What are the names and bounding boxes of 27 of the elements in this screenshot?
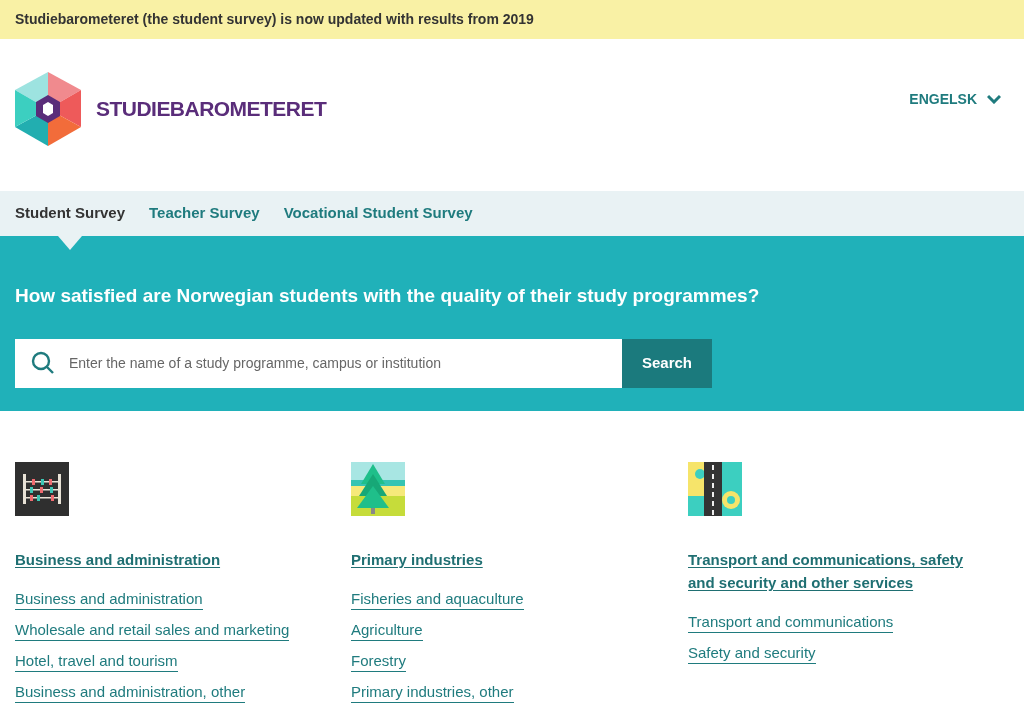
subcategory-link[interactable]: Business and administration <box>15 589 203 610</box>
abacus-icon <box>15 462 69 516</box>
fir-tree-icon <box>351 462 405 516</box>
hero-title: How satisfied are Norwegian students with the quality of their study programmes? <box>15 284 761 309</box>
language-selector[interactable]: ENGELSK <box>909 88 1001 110</box>
logo-link[interactable]: STUDIEBAROMETERET <box>15 71 327 146</box>
notice-text: Studiebarometeret (the student survey) is now updated with results from 2019 <box>15 9 534 29</box>
subcategory-link[interactable]: Agriculture <box>351 620 423 641</box>
subcategory-link[interactable]: Transport and communications <box>688 612 894 633</box>
subcategory-link[interactable]: Fisheries and aquaculture <box>351 589 524 610</box>
search-field[interactable]: Enter the name of a study programme, campus or institution <box>15 338 622 388</box>
subcategory-link[interactable]: Business and administration, other <box>15 682 246 703</box>
logo-text: STUDIEBAROMETERET <box>96 95 327 122</box>
subcategory-link[interactable]: Wholesale and retail sales and marketing <box>15 620 290 641</box>
nav-tab[interactable]: Teacher Survey <box>149 190 260 237</box>
subcategory-link[interactable]: Hotel, travel and tourism <box>15 651 178 672</box>
subcategory-link[interactable]: Primary industries, other <box>351 682 514 703</box>
category-heading-link[interactable]: Business and administration <box>15 548 221 571</box>
road-icon <box>688 462 742 516</box>
category-heading-link[interactable]: Transport and communications, safety and security and other services <box>688 548 984 594</box>
category-heading-link[interactable]: Primary industries <box>351 548 483 571</box>
subcategory-link[interactable]: Forestry <box>351 651 406 672</box>
nav-tab[interactable]: Vocational Student Survey <box>283 190 473 237</box>
search-button[interactable]: Search <box>622 338 712 388</box>
subcategory-link[interactable]: Safety and security <box>688 643 816 664</box>
hexagon-logo-icon <box>15 71 81 146</box>
search-icon <box>31 350 55 375</box>
